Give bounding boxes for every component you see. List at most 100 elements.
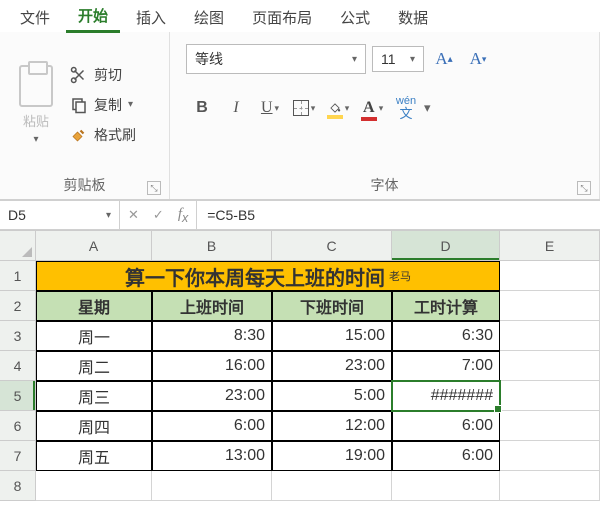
fill-color-button[interactable]: ▾: [322, 92, 354, 124]
dialog-launcher-icon[interactable]: ⤡: [147, 181, 161, 195]
phonetic-guide-button[interactable]: wén 文: [390, 92, 422, 124]
underline-button[interactable]: U▾: [254, 92, 286, 124]
tab-2[interactable]: 插入: [124, 1, 178, 32]
header-cell-3[interactable]: 工时计算: [392, 291, 500, 321]
paste-button[interactable]: 粘贴 ▾: [8, 36, 64, 173]
cell-3E[interactable]: [500, 321, 600, 351]
italic-button[interactable]: I: [220, 92, 252, 124]
confirm-formula-button[interactable]: ✓: [153, 207, 164, 223]
title-cell[interactable]: 算一下你本周每天上班的时间老马: [36, 261, 500, 291]
row-header-6[interactable]: 6: [0, 411, 36, 441]
tab-4[interactable]: 页面布局: [240, 1, 324, 32]
cancel-formula-button[interactable]: ✕: [128, 207, 139, 223]
cell-5E[interactable]: [500, 381, 600, 411]
cell-6E[interactable]: [500, 411, 600, 441]
row-header-2[interactable]: 2: [0, 291, 36, 321]
bold-button[interactable]: B: [186, 92, 218, 124]
format-painter-button[interactable]: 格式刷: [70, 125, 136, 145]
cell-8C[interactable]: [272, 471, 392, 501]
col-header-A[interactable]: A: [36, 231, 152, 261]
name-box[interactable]: D5 ▾: [0, 201, 120, 229]
tab-6[interactable]: 数据: [386, 1, 440, 32]
data-cell-3D[interactable]: 6:30: [392, 321, 500, 351]
row-header-1[interactable]: 1: [0, 261, 36, 291]
tab-3[interactable]: 绘图: [182, 1, 236, 32]
data-cell-4A[interactable]: 周二: [36, 351, 152, 381]
col-header-C[interactable]: C: [272, 231, 392, 261]
data-cell-5C[interactable]: 5:00: [272, 381, 392, 411]
dialog-launcher-icon[interactable]: ⤡: [577, 181, 591, 195]
data-cell-4D[interactable]: 7:00: [392, 351, 500, 381]
font-name-select[interactable]: 等线 ▾: [186, 44, 366, 74]
ribbon-tabs: 文件开始插入绘图页面布局公式数据: [0, 0, 600, 32]
chevron-down-icon: ▾: [352, 54, 357, 65]
data-cell-6D[interactable]: 6:00: [392, 411, 500, 441]
formula-bar: D5 ▾ ✕ ✓ fx =C5-B5: [0, 200, 600, 230]
data-cell-3C[interactable]: 15:00: [272, 321, 392, 351]
row-header-8[interactable]: 8: [0, 471, 36, 501]
tab-1[interactable]: 开始: [66, 0, 120, 33]
decrease-font-size-button[interactable]: A▾: [464, 45, 492, 73]
font-group-label: 字体 ⤡: [178, 173, 591, 197]
scissors-icon: [70, 66, 88, 84]
spreadsheet-grid[interactable]: ABCDE1算一下你本周每天上班的时间老马2星期上班时间下班时间工时计算3周一8…: [0, 230, 600, 501]
data-cell-7D[interactable]: 6:00: [392, 441, 500, 471]
row-header-5[interactable]: 5: [0, 381, 36, 411]
data-cell-6B[interactable]: 6:00: [152, 411, 272, 441]
data-cell-7C[interactable]: 19:00: [272, 441, 392, 471]
fx-icon[interactable]: fx: [178, 206, 188, 225]
increase-font-size-button[interactable]: A▴: [430, 45, 458, 73]
copy-button[interactable]: 复制 ▾: [70, 95, 136, 115]
tab-0[interactable]: 文件: [8, 1, 62, 32]
cell-2E[interactable]: [500, 291, 600, 321]
row-header-7[interactable]: 7: [0, 441, 36, 471]
data-cell-6A[interactable]: 周四: [36, 411, 152, 441]
col-header-E[interactable]: E: [500, 231, 600, 261]
chevron-down-icon: ▾: [410, 54, 415, 65]
cell-8E[interactable]: [500, 471, 600, 501]
data-cell-7A[interactable]: 周五: [36, 441, 152, 471]
paintbrush-icon: [70, 126, 88, 144]
cell-8A[interactable]: [36, 471, 152, 501]
chevron-down-icon: ▾: [33, 134, 38, 145]
row-header-4[interactable]: 4: [0, 351, 36, 381]
chevron-down-icon: ▾: [106, 210, 111, 221]
cell-7E[interactable]: [500, 441, 600, 471]
formula-input[interactable]: =C5-B5: [197, 201, 600, 229]
borders-button[interactable]: ▾: [288, 92, 320, 124]
cell-8B[interactable]: [152, 471, 272, 501]
cell-8D[interactable]: [392, 471, 500, 501]
bucket-icon: [327, 101, 343, 115]
ribbon: 粘贴 ▾ 剪切 复制 ▾ 格式刷 剪贴板 ⤡: [0, 32, 600, 200]
data-cell-5D[interactable]: #######: [392, 381, 500, 411]
cut-button[interactable]: 剪切: [70, 65, 136, 85]
header-cell-0[interactable]: 星期: [36, 291, 152, 321]
cell-1E[interactable]: [500, 261, 600, 291]
clipboard-group-label: 剪贴板 ⤡: [8, 173, 161, 197]
row-header-3[interactable]: 3: [0, 321, 36, 351]
paste-label: 粘贴: [23, 111, 49, 130]
data-cell-5A[interactable]: 周三: [36, 381, 152, 411]
clipboard-icon: [19, 65, 53, 107]
font-group: 等线 ▾ 11 ▾ A▴ A▾ B I U▾ ▾: [170, 32, 600, 199]
copy-icon: [70, 96, 88, 114]
header-cell-1[interactable]: 上班时间: [152, 291, 272, 321]
data-cell-6C[interactable]: 12:00: [272, 411, 392, 441]
data-cell-3B[interactable]: 8:30: [152, 321, 272, 351]
data-cell-7B[interactable]: 13:00: [152, 441, 272, 471]
col-header-B[interactable]: B: [152, 231, 272, 261]
header-cell-2[interactable]: 下班时间: [272, 291, 392, 321]
select-all-corner[interactable]: [0, 231, 36, 261]
font-color-button[interactable]: A▾: [356, 92, 388, 124]
tab-5[interactable]: 公式: [328, 1, 382, 32]
col-header-D[interactable]: D: [392, 231, 500, 261]
cell-4E[interactable]: [500, 351, 600, 381]
clipboard-group: 粘贴 ▾ 剪切 复制 ▾ 格式刷 剪贴板 ⤡: [0, 32, 170, 199]
data-cell-4C[interactable]: 23:00: [272, 351, 392, 381]
chevron-down-icon: ▾: [128, 99, 133, 110]
font-size-select[interactable]: 11 ▾: [372, 46, 424, 72]
data-cell-3A[interactable]: 周一: [36, 321, 152, 351]
data-cell-5B[interactable]: 23:00: [152, 381, 272, 411]
font-color-icon: A: [361, 99, 377, 117]
data-cell-4B[interactable]: 16:00: [152, 351, 272, 381]
